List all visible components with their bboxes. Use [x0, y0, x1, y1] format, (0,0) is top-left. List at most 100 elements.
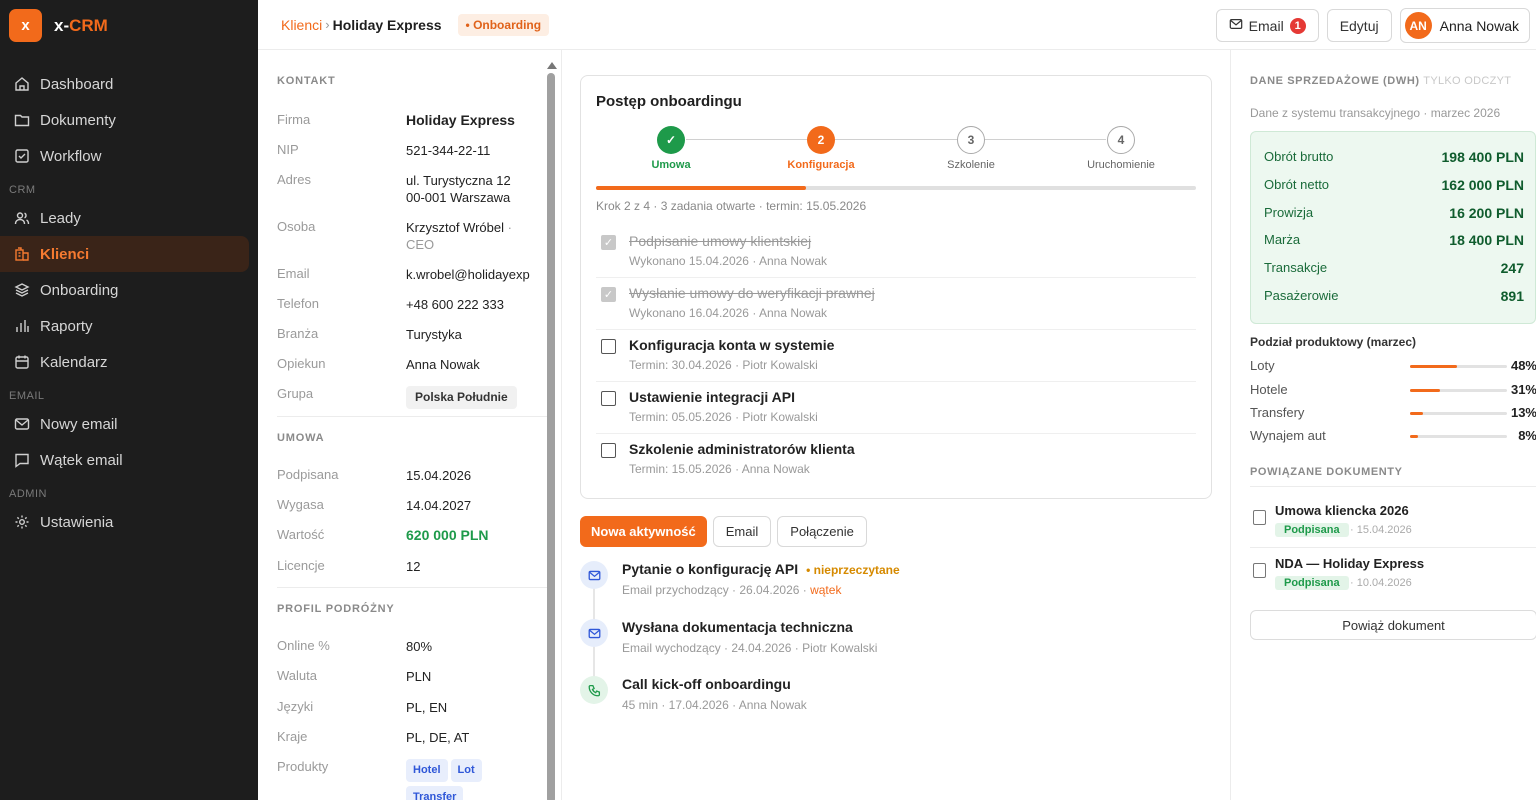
divider	[277, 416, 547, 417]
group-tag: Polska Południe	[406, 386, 517, 409]
field-wartosc: Wartość 620 000 PLN	[277, 527, 489, 543]
task-checkbox[interactable]	[601, 443, 616, 458]
field-kraje: Kraje PL, DE, AT	[277, 729, 470, 745]
nav-section-admin: ADMIN	[9, 488, 47, 500]
field-licencje: Licencje 12	[277, 558, 421, 574]
user-name: Anna Nowak	[1439, 17, 1519, 34]
sidebar: x x-CRM Dashboard Dokumenty Workflow CRM…	[0, 0, 258, 800]
new-activity-button[interactable]: Nowa aktywność	[580, 516, 707, 547]
task-checkbox[interactable]	[601, 339, 616, 354]
bar-chart-icon	[12, 316, 32, 336]
activity-call-tab[interactable]: Połączenie	[777, 516, 867, 547]
sales-metrics: Obrót brutto 198 400 PLN Obrót netto 162 0…	[1250, 131, 1536, 324]
edit-button[interactable]: Edytuj	[1326, 9, 1392, 42]
status-badge: • Onboarding	[457, 13, 550, 36]
task-checkbox[interactable]: ✓	[601, 287, 616, 302]
logo-mark: x	[9, 9, 42, 42]
field-adres: Adres ul. Turystyczna 12 00-001 Warszawa	[277, 172, 511, 205]
field-osoba: Osoba Krzysztof Wróbel · CEO	[277, 219, 512, 252]
sidebar-item-raporty[interactable]: Raporty	[0, 308, 249, 344]
split-bar-fill	[1410, 365, 1457, 368]
sidebar-item-workflow[interactable]: Workflow	[0, 138, 249, 174]
task-name: Podpisanie umowy klientskiej	[629, 233, 812, 249]
task-meta: Termin: 05.05.2026 · Piotr Kowalski	[629, 410, 818, 424]
task-item: Szkolenie administratorów klienta Termin…	[596, 434, 1196, 486]
readonly-label: TYLKO ODCZYT	[1423, 75, 1512, 87]
document-name: Umowa kliencka 2026	[1275, 503, 1409, 518]
activity-title: Wysłana dokumentacja techniczna	[622, 619, 853, 635]
sidebar-item-nowy-email[interactable]: Nowy email	[0, 406, 249, 442]
field-jezyki: Języki PL, EN	[277, 699, 448, 715]
step-uruchomienie[interactable]: 4 Uruchomienie	[1061, 126, 1181, 171]
sidebar-item-ustawienia[interactable]: Ustawienia	[0, 504, 249, 540]
breadcrumb-separator: ›	[325, 17, 330, 32]
docs-title: POWIĄZANE DOKUMENTY	[1250, 466, 1403, 478]
metric-row: Transakcje 247	[1264, 260, 1524, 276]
product-split-row: Transfery 13%	[1250, 405, 1536, 420]
field-telefon: Telefon +48 600 222 333	[277, 296, 504, 312]
home-icon	[12, 74, 32, 94]
scroll-up-arrow-icon[interactable]	[547, 62, 557, 69]
divider	[277, 587, 547, 588]
sidebar-item-onboarding[interactable]: Onboarding	[0, 272, 249, 308]
sidebar-item-dokumenty[interactable]: Dokumenty	[0, 102, 249, 138]
app-logo[interactable]: x x-CRM	[9, 9, 108, 42]
sidebar-item-label: Workflow	[40, 147, 102, 165]
related-document[interactable]: NDA — Holiday Express Podpisana · 10.04.…	[1250, 553, 1536, 601]
step-konfiguracja[interactable]: 2 Konfiguracja	[761, 126, 881, 171]
link-document-button[interactable]: Powiąż dokument	[1250, 610, 1536, 640]
step-label: Umowa	[651, 159, 691, 171]
email-button-label: Email	[1248, 17, 1284, 34]
email-button[interactable]: Email 1	[1215, 9, 1319, 42]
onboarding-card: Postęp onboardingu ✓ Umowa 2 Konfiguracj…	[580, 75, 1212, 499]
client-info-panel: KONTAKT Firma Holiday Express NIP 521-344-…	[258, 50, 562, 800]
metric-row: Obrót brutto 198 400 PLN	[1264, 149, 1524, 165]
nav-section-email: EMAIL	[9, 390, 45, 402]
sidebar-item-leady[interactable]: Leady	[0, 200, 249, 236]
task-item: ✓ Wysłanie umowy do weryfikacji prawnej …	[596, 278, 1196, 330]
document-name: NDA — Holiday Express	[1275, 556, 1425, 571]
task-meta: Termin: 15.05.2026 · Anna Nowak	[629, 462, 810, 476]
onboarding-progress-bar	[596, 186, 1196, 190]
document-date: · 10.04.2026	[1350, 577, 1412, 589]
step-number: 3	[957, 126, 985, 154]
info-scrollbar[interactable]	[547, 62, 557, 800]
thread-link[interactable]: wątek	[810, 583, 841, 597]
sidebar-nav: Dashboard Dokumenty Workflow CRM Leady K…	[0, 66, 258, 540]
sidebar-item-dashboard[interactable]: Dashboard	[0, 66, 249, 102]
step-szkolenie[interactable]: 3 Szkolenie	[911, 126, 1031, 171]
sidebar-item-label: Leady	[40, 209, 81, 227]
client-email-link[interactable]: k.wrobel@holidayexp	[406, 266, 547, 283]
task-meta: Termin: 30.04.2026 · Piotr Kowalski	[629, 358, 818, 372]
user-menu[interactable]: AN Anna Nowak	[1399, 8, 1530, 43]
activity-tabs: Nowa aktywność Email Połączenie	[580, 516, 867, 547]
field-firma: Firma Holiday Express	[277, 112, 515, 128]
field-produkty: Produkty Hotel Lot Transfer	[277, 759, 547, 800]
onboarding-stepper: ✓ Umowa 2 Konfiguracja 3 Szkolenie 4 Uru…	[596, 126, 1196, 171]
step-check-icon: ✓	[657, 126, 685, 154]
sidebar-item-klienci[interactable]: Klienci	[0, 236, 249, 272]
product-split-row: Loty 48%	[1250, 358, 1536, 373]
activity-email-tab[interactable]: Email	[712, 516, 772, 547]
metric-row: Prowizja 16 200 PLN	[1264, 205, 1524, 221]
section-umowa: UMOWA	[277, 432, 325, 444]
main-content: Postęp onboardingu ✓ Umowa 2 Konfiguracj…	[562, 50, 1230, 800]
document-date: · 15.04.2026	[1350, 524, 1412, 536]
step-label: Szkolenie	[947, 159, 995, 171]
scroll-thumb[interactable]	[547, 73, 555, 800]
task-checkbox[interactable]	[601, 391, 616, 406]
sidebar-item-watek-email[interactable]: Wątek email	[0, 442, 249, 478]
step-umowa[interactable]: ✓ Umowa	[611, 126, 731, 171]
breadcrumb-parent[interactable]: Klienci	[281, 17, 322, 33]
product-tag: Transfer	[406, 786, 464, 800]
sidebar-item-kalendarz[interactable]: Kalendarz	[0, 344, 249, 380]
split-bar-fill	[1410, 435, 1418, 438]
nav-section-crm: CRM	[9, 184, 36, 196]
file-icon	[1253, 563, 1266, 578]
step-number: 4	[1107, 126, 1135, 154]
email-count-badge: 1	[1289, 17, 1306, 34]
task-checkbox[interactable]: ✓	[601, 235, 616, 250]
related-document[interactable]: Umowa kliencka 2026 Podpisana · 15.04.20…	[1250, 500, 1536, 548]
step-label: Uruchomienie	[1087, 159, 1155, 171]
unread-badge: • nieprzeczytane	[806, 563, 900, 577]
